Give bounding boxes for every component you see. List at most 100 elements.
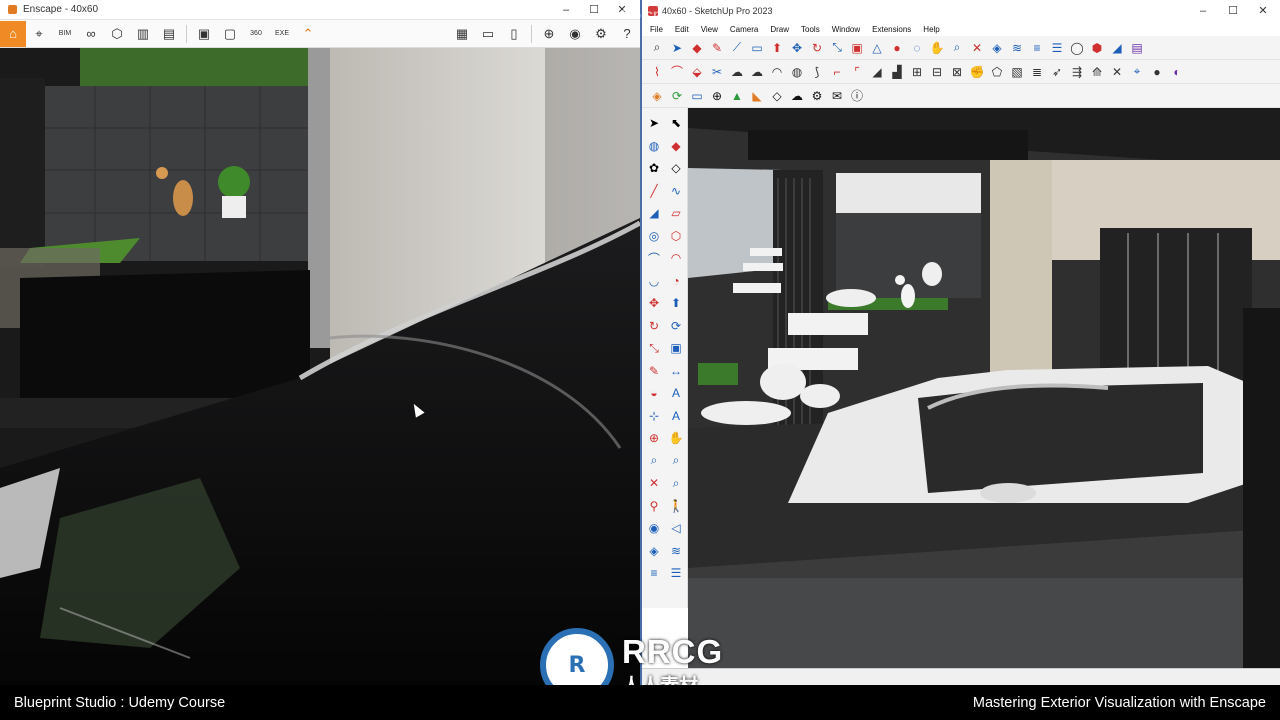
fillet-icon[interactable]: ⌐: [828, 63, 846, 81]
rectangle-icon[interactable]: ▭: [748, 39, 766, 57]
loft-icon[interactable]: ◠: [768, 63, 786, 81]
buildings-icon[interactable]: ▥: [130, 21, 156, 47]
pan-icon[interactable]: ✋: [928, 39, 946, 57]
freehand-icon[interactable]: ∿: [665, 180, 687, 202]
layers-icon[interactable]: ≡: [1028, 39, 1046, 57]
follow-me-icon[interactable]: ⬙: [688, 63, 706, 81]
rotate-icon[interactable]: ↻: [643, 315, 665, 337]
enscape-view-icon[interactable]: ▭: [688, 87, 706, 105]
arc-icon[interactable]: ⌒: [643, 247, 665, 269]
bend-icon[interactable]: ⟆: [808, 63, 826, 81]
extension-manager-icon[interactable]: ▤: [1128, 39, 1146, 57]
scale-icon[interactable]: ⤡: [643, 337, 665, 359]
eraser-icon[interactable]: ◆: [665, 135, 687, 157]
menu-window[interactable]: Window: [832, 25, 860, 34]
menu-view[interactable]: View: [701, 25, 718, 34]
stretch-icon[interactable]: ▧: [1008, 63, 1026, 81]
rail-icon[interactable]: ⊠: [948, 63, 966, 81]
look-around-icon[interactable]: ◉: [643, 517, 665, 539]
make-component-icon[interactable]: ✿: [643, 157, 665, 179]
exe-icon[interactable]: EXE: [269, 21, 295, 47]
curve-icon[interactable]: ⌇: [648, 63, 666, 81]
rectangle-icon[interactable]: ◢: [643, 202, 665, 224]
tape-icon[interactable]: ✎: [643, 360, 665, 382]
sketchup-model-viewport[interactable]: [688, 108, 1280, 668]
styles-icon[interactable]: ☰: [1048, 39, 1066, 57]
scale-icon[interactable]: ⤡: [828, 39, 846, 57]
multi-icon[interactable]: ≣: [1028, 63, 1046, 81]
dot-icon[interactable]: ●: [1148, 63, 1166, 81]
pie-icon[interactable]: ◔: [665, 270, 687, 292]
zoom-extents-icon[interactable]: ✕: [968, 39, 986, 57]
protractor-icon[interactable]: ◒: [643, 382, 665, 404]
array-icon[interactable]: ⊞: [908, 63, 926, 81]
clapper-icon[interactable]: ▤: [156, 21, 182, 47]
eraser-icon[interactable]: ◆: [688, 39, 706, 57]
tweak-icon[interactable]: ➶: [1048, 63, 1066, 81]
orbit-icon[interactable]: ⊕: [643, 427, 665, 449]
batch-render-icon[interactable]: ▢: [217, 21, 243, 47]
tape-icon[interactable]: △: [868, 39, 886, 57]
maximize-button[interactable]: ☐: [1218, 0, 1248, 22]
offset-icon[interactable]: ▣: [665, 337, 687, 359]
enscape-sync-icon[interactable]: ⟳: [668, 87, 686, 105]
profile-icon[interactable]: ▟: [888, 63, 906, 81]
3pt-arc-icon[interactable]: ◡: [643, 270, 665, 292]
info-icon[interactable]: ⓘ: [848, 87, 866, 105]
settings-icon[interactable]: ⚙: [808, 87, 826, 105]
move-icon[interactable]: ✥: [788, 39, 806, 57]
knife-icon[interactable]: ✂: [708, 63, 726, 81]
extension-icon[interactable]: ≋: [1008, 39, 1026, 57]
orbit-icon[interactable]: ◌: [908, 39, 926, 57]
zoom-extents-icon[interactable]: ✕: [643, 472, 665, 494]
arc-icon[interactable]: ⌒: [668, 63, 686, 81]
map-icon[interactable]: ▦: [449, 21, 475, 47]
previous-view-icon[interactable]: ⌕: [665, 472, 687, 494]
account-icon[interactable]: ◯: [1068, 39, 1086, 57]
minimize-button[interactable]: –: [552, 0, 580, 20]
select-icon[interactable]: ➤: [668, 39, 686, 57]
sun-icon[interactable]: ◣: [748, 87, 766, 105]
screenshot-icon[interactable]: ▣: [191, 21, 217, 47]
zoom-icon[interactable]: ⌕: [948, 39, 966, 57]
push-pull-icon[interactable]: ⬆: [665, 292, 687, 314]
section-plane-icon[interactable]: ◁: [665, 517, 687, 539]
soften-icon[interactable]: ☁: [728, 63, 746, 81]
offset-icon[interactable]: ▣: [848, 39, 866, 57]
menu-file[interactable]: File: [650, 25, 663, 34]
asset-library-icon[interactable]: ▭: [475, 21, 501, 47]
dimension-icon[interactable]: ↔: [665, 360, 687, 382]
settings-icon[interactable]: ⚙: [588, 21, 614, 47]
upload-icon[interactable]: ☁: [788, 87, 806, 105]
pencil-icon[interactable]: ✎: [708, 39, 726, 57]
sandbox-icon[interactable]: ◢: [1108, 39, 1126, 57]
polygon-icon[interactable]: ⬡: [665, 225, 687, 247]
bim-icon[interactable]: BIM: [52, 21, 78, 47]
add-icon[interactable]: ⊕: [708, 87, 726, 105]
text-icon[interactable]: A: [665, 382, 687, 404]
extension-warehouse-icon[interactable]: ≋: [665, 540, 687, 562]
menu-extensions[interactable]: Extensions: [872, 25, 911, 34]
pano360-icon[interactable]: 360: [243, 21, 269, 47]
menu-edit[interactable]: Edit: [675, 25, 689, 34]
split-icon[interactable]: ⇶: [1068, 63, 1086, 81]
line-icon[interactable]: ╱: [643, 180, 665, 202]
menu-camera[interactable]: Camera: [730, 25, 758, 34]
arrows-icon[interactable]: ⟰: [1088, 63, 1106, 81]
zoom-icon[interactable]: ⌕: [643, 450, 665, 472]
3d-text-icon[interactable]: A: [665, 405, 687, 427]
close-button[interactable]: ✕: [1248, 0, 1278, 22]
follow-me-icon[interactable]: ⟳: [665, 315, 687, 337]
position-camera-icon[interactable]: ⚲: [643, 495, 665, 517]
select-icon[interactable]: ➤: [643, 112, 665, 134]
align-icon[interactable]: ⌖: [1128, 63, 1146, 81]
zoom-window-icon[interactable]: ⌕: [665, 450, 687, 472]
walk-icon[interactable]: 🚶: [665, 495, 687, 517]
line-icon[interactable]: ⟋: [728, 39, 746, 57]
style-builder-icon[interactable]: ☰: [665, 562, 687, 584]
shell-icon[interactable]: ◍: [788, 63, 806, 81]
stairs-icon[interactable]: ⊟: [928, 63, 946, 81]
warehouse-icon[interactable]: ◈: [988, 39, 1006, 57]
tool-x-icon[interactable]: ✕: [1108, 63, 1126, 81]
erase-icon[interactable]: ◇: [665, 157, 687, 179]
